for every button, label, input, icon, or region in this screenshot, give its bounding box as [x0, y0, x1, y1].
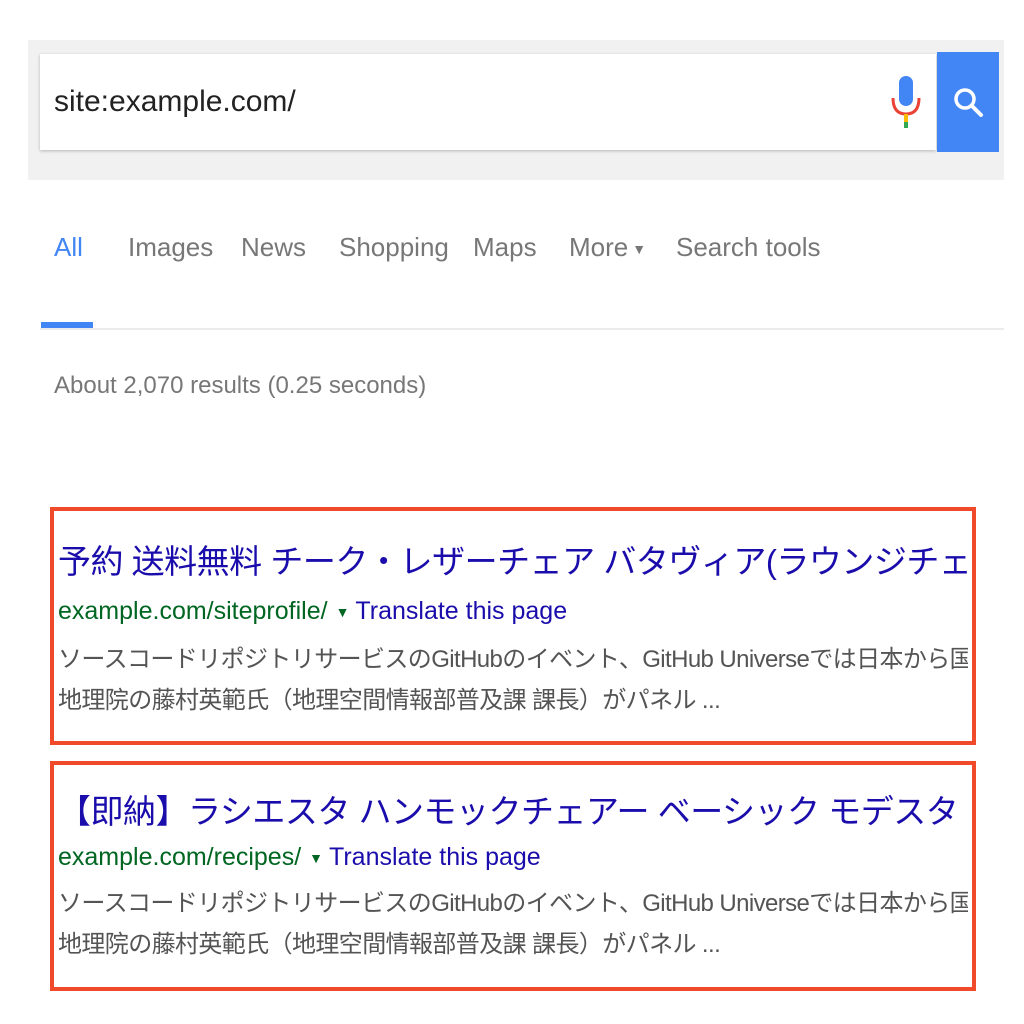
search-result: 予約 送料無料 チーク・レザーチェア バタヴィア(ラウンジチェアタイプ ... … [50, 507, 976, 745]
result-stats: About 2,070 results (0.25 seconds) [54, 372, 427, 399]
search-box[interactable] [40, 54, 936, 150]
tab-more[interactable]: More ▼ [569, 232, 646, 263]
tab-maps[interactable]: Maps [473, 232, 537, 263]
search-results-page: All Images News Shopping Maps More▼ Sear… [0, 0, 1024, 1024]
translate-link[interactable]: Translate this page [329, 843, 541, 871]
snippet-line: 地理院の藤村英範氏（地理空間情報部普及課 課長）がパネル ... [58, 687, 721, 714]
caret-down-icon: ▼ [632, 241, 647, 258]
result-url-line: example.com/recipes/ ▼ Translate this page [58, 843, 541, 872]
result-url-line: example.com/siteprofile/ ▼ Translate this … [58, 597, 567, 626]
tab-news[interactable]: News [241, 232, 306, 263]
tabs-divider [40, 328, 1004, 330]
snippet-line: 地理院の藤村英範氏（地理空間情報部普及課 課長）がパネル ... [58, 931, 721, 958]
caret-down-icon[interactable]: ▼ [336, 604, 350, 620]
result-url[interactable]: example.com/recipes/ [58, 843, 301, 871]
result-url[interactable]: example.com/siteprofile/ [58, 597, 328, 625]
caret-down-icon[interactable]: ▼ [309, 850, 323, 866]
snippet-line: ソースコードリポジトリサービスのGitHubのイベント、GitHub Unive… [58, 646, 968, 673]
translate-link[interactable]: Translate this page [355, 597, 567, 625]
search-tabs: All Images News Shopping Maps More ▼ Sear… [0, 232, 1024, 282]
microphone-icon[interactable] [890, 76, 922, 130]
result-snippet: ソースコードリポジトリサービスのGitHubのイベント、GitHub Unive… [58, 639, 968, 721]
tab-images[interactable]: Images [128, 232, 213, 263]
tab-search-tools[interactable]: Search tools [676, 232, 821, 263]
result-snippet: ソースコードリポジトリサービスのGitHubのイベント、GitHub Unive… [58, 883, 968, 965]
result-title-link[interactable]: 予約 送料無料 チーク・レザーチェア バタヴィア(ラウンジチェアタイプ ... [58, 535, 968, 583]
search-button[interactable] [937, 52, 999, 152]
tab-shopping[interactable]: Shopping [339, 232, 449, 263]
result-title-link[interactable]: 【即納】ラシエスタ ハンモックチェアー ベーシック モデスタ 【MOC1... [58, 785, 968, 833]
snippet-line: ソースコードリポジトリサービスのGitHubのイベント、GitHub Unive… [58, 890, 968, 917]
tab-all[interactable]: All [54, 232, 83, 263]
search-result: 【即納】ラシエスタ ハンモックチェアー ベーシック モデスタ 【MOC1... … [50, 761, 976, 991]
tab-more-label: More [569, 232, 629, 262]
search-input[interactable] [54, 80, 874, 124]
